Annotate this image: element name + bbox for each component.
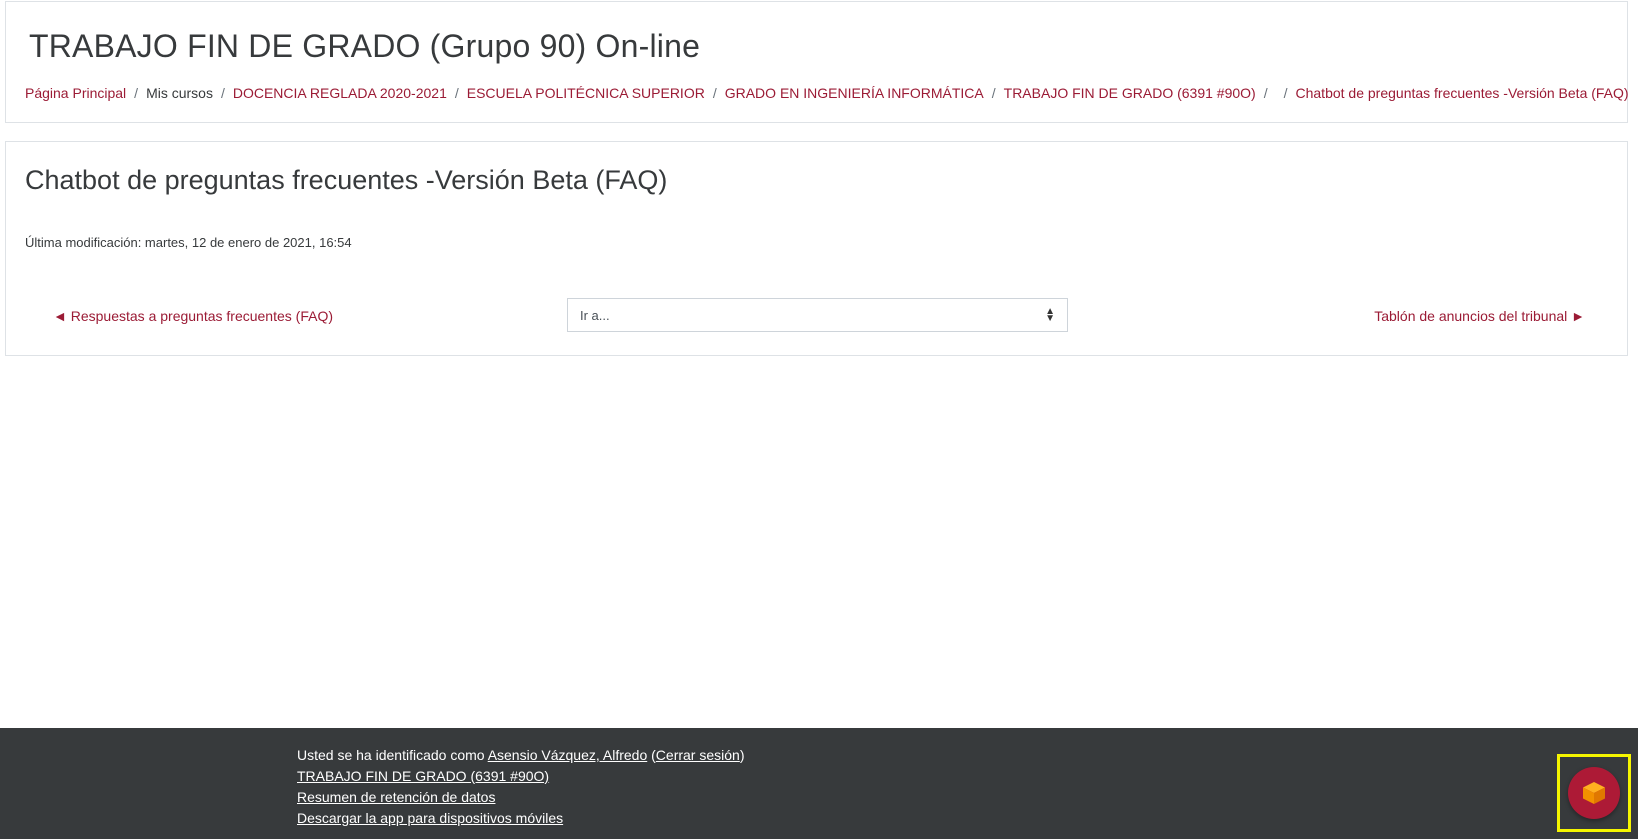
breadcrumb-separator: / — [712, 85, 717, 101]
chatbot-launcher-button[interactable] — [1568, 767, 1620, 819]
data-retention-link[interactable]: Resumen de retención de datos — [297, 789, 495, 805]
last-modified-text: Última modificación: martes, 12 de enero… — [25, 235, 352, 250]
logout-paren-open: ( — [647, 747, 656, 763]
breadcrumb-separator: / — [134, 85, 139, 101]
breadcrumb: Página Principal / Mis cursos / DOCENCIA… — [25, 85, 1629, 101]
main-content: Chatbot de preguntas frecuentes -Versión… — [5, 141, 1628, 356]
breadcrumb-separator: / — [1263, 85, 1268, 101]
breadcrumb-item-my-courses: Mis cursos — [146, 85, 213, 101]
footer-retention-row: Resumen de retención de datos — [297, 787, 745, 808]
breadcrumb-item-school[interactable]: ESCUELA POLITÉCNICA SUPERIOR — [467, 85, 705, 101]
breadcrumb-separator: / — [991, 85, 996, 101]
jump-to-select[interactable]: Ir a... ▲ ▼ — [567, 298, 1068, 332]
course-title: TRABAJO FIN DE GRADO (Grupo 90) On-line — [29, 28, 701, 64]
cube-icon — [1583, 782, 1605, 804]
breadcrumb-separator: / — [220, 85, 225, 101]
previous-activity-link[interactable]: ◄ Respuestas a preguntas frecuentes (FAQ… — [53, 308, 333, 324]
user-profile-link[interactable]: Asensio Vázquez, Alfredo — [488, 747, 648, 763]
breadcrumb-separator: / — [454, 85, 459, 101]
next-activity-link[interactable]: Tablón de anuncios del tribunal ► — [1374, 308, 1585, 324]
page-header: TRABAJO FIN DE GRADO (Grupo 90) On-line … — [5, 1, 1629, 123]
breadcrumb-item-course[interactable]: TRABAJO FIN DE GRADO (6391 #90O) — [1004, 85, 1256, 101]
breadcrumb-item-chatbot[interactable]: Chatbot de preguntas frecuentes -Versión… — [1296, 85, 1629, 101]
breadcrumb-item-degree[interactable]: GRADO EN INGENIERÍA INFORMÁTICA — [725, 85, 984, 101]
select-caret-icon: ▲ ▼ — [1045, 306, 1055, 324]
footer-app-row: Descargar la app para dispositivos móvil… — [297, 808, 745, 829]
login-info: Usted se ha identificado como Asensio Vá… — [297, 745, 745, 766]
footer-course-row: TRABAJO FIN DE GRADO (6391 #90O) — [297, 766, 745, 787]
jump-to-value: Ir a... — [580, 307, 610, 323]
page-footer: Usted se ha identificado como Asensio Vá… — [0, 728, 1638, 839]
login-info-prefix: Usted se ha identificado como — [297, 747, 485, 763]
footer-info: Usted se ha identificado como Asensio Vá… — [297, 745, 745, 829]
breadcrumb-item-home[interactable]: Página Principal — [25, 85, 126, 101]
page-title: Chatbot de preguntas frecuentes -Versión… — [25, 165, 668, 195]
mobile-app-link[interactable]: Descargar la app para dispositivos móvil… — [297, 810, 563, 826]
breadcrumb-separator: / — [1283, 85, 1288, 101]
logout-link[interactable]: Cerrar sesión — [656, 747, 740, 763]
footer-course-link[interactable]: TRABAJO FIN DE GRADO (6391 #90O) — [297, 768, 549, 784]
chatbot-highlight — [1557, 754, 1631, 832]
breadcrumb-item-docencia[interactable]: DOCENCIA REGLADA 2020-2021 — [233, 85, 447, 101]
logout-paren-close: ) — [739, 747, 745, 763]
